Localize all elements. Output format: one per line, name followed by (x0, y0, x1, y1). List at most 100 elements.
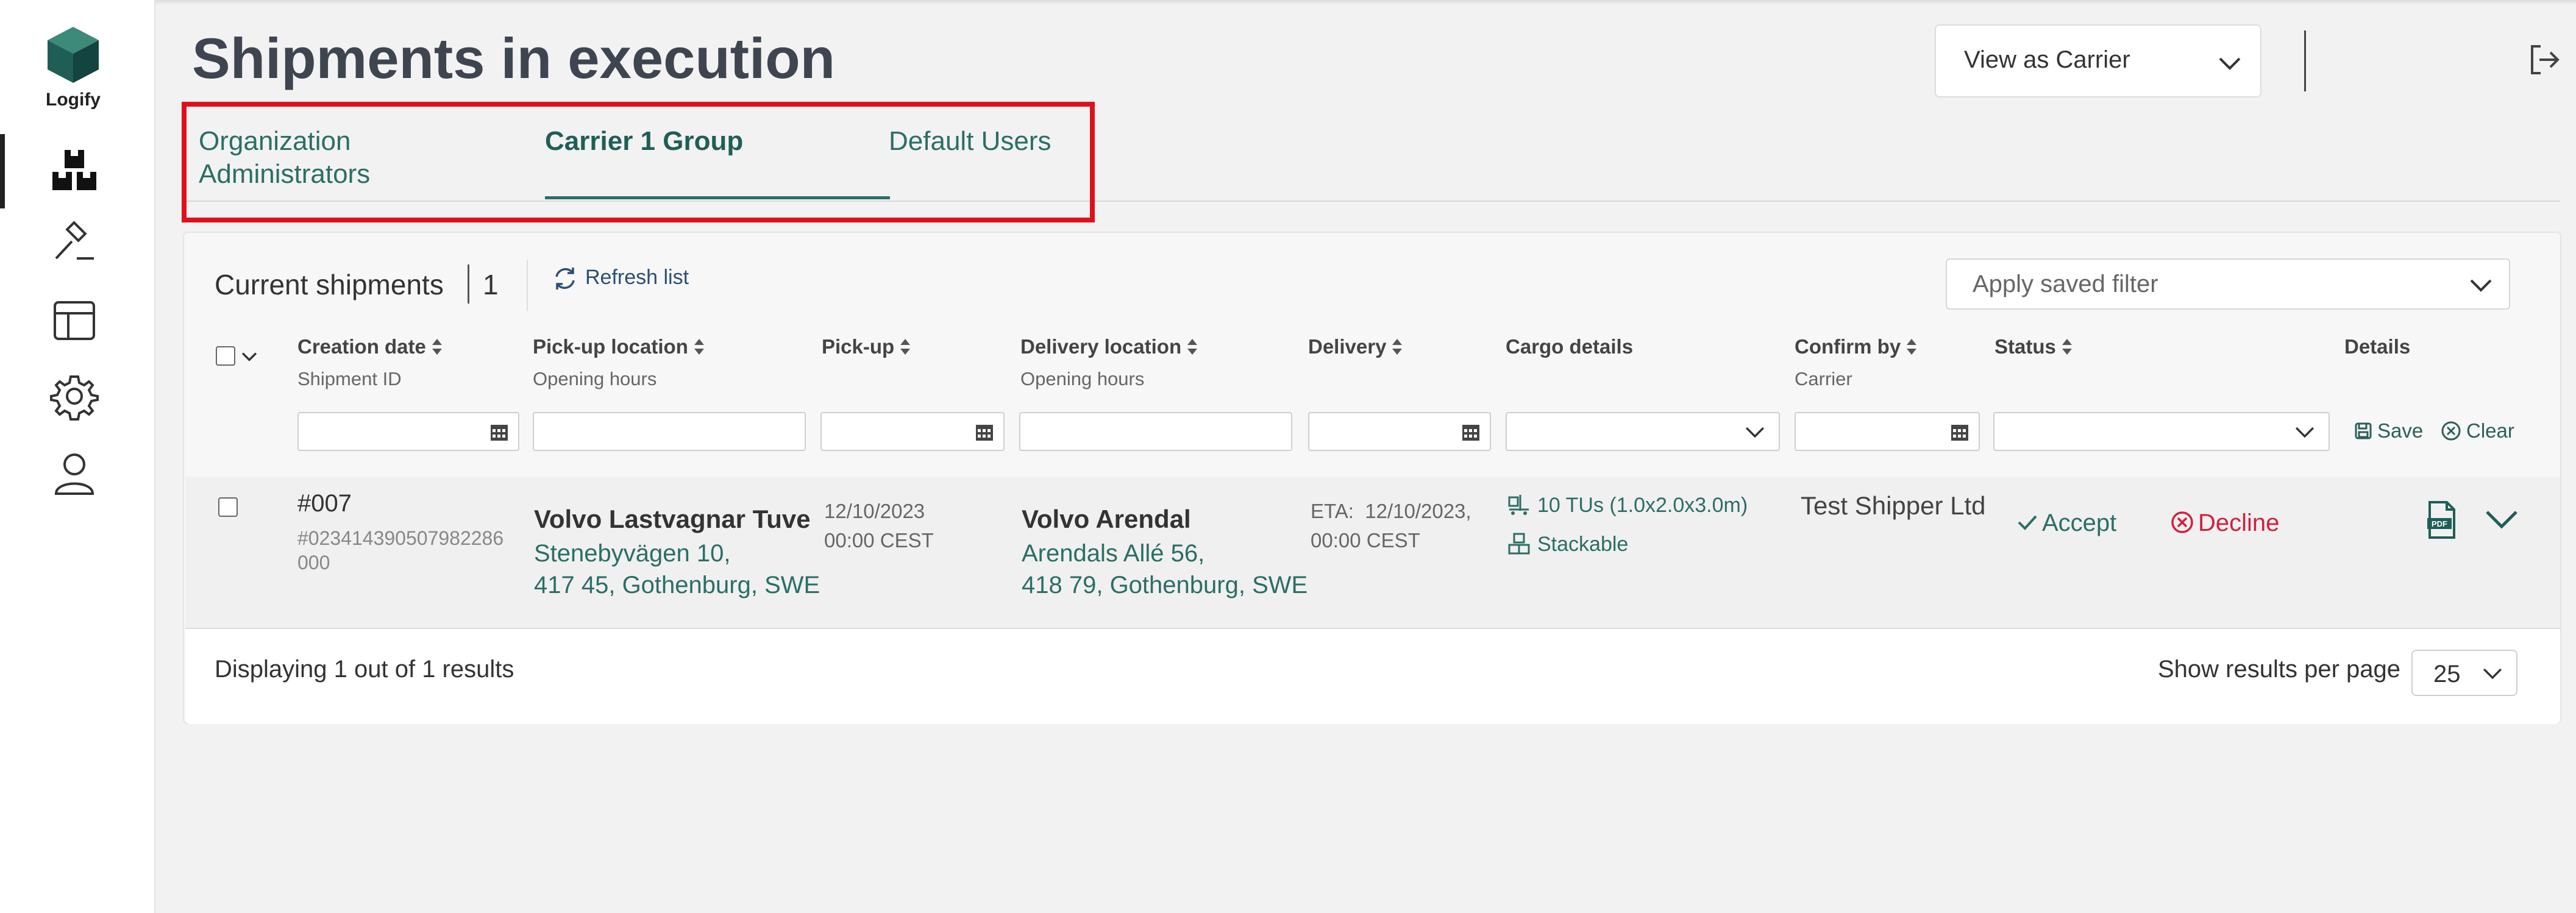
shipments-card: Current shipments 1 Refresh list Apply s… (183, 232, 2561, 724)
clear-filter-button[interactable]: Clear (2441, 419, 2514, 442)
col-confirm-by-label: Confirm by (1795, 335, 1901, 358)
chevron-down-icon (2295, 427, 2314, 438)
save-filter-button[interactable]: Save (2354, 419, 2423, 442)
toolbar-separator (527, 260, 528, 311)
col-status[interactable]: Status (1994, 335, 2073, 358)
col-pickup-location[interactable]: Pick-up location (533, 335, 705, 358)
user-profile-icon[interactable] (50, 449, 99, 497)
pickup-address-line1: Stenebyvägen 10, (534, 540, 731, 567)
shipments-count: 1 (483, 269, 499, 300)
filter-creation-date[interactable] (297, 412, 519, 451)
accept-button[interactable]: Accept (2016, 510, 2116, 537)
col-delivery-opening-hours: Opening hours (1020, 368, 1145, 389)
col-pickup-opening-hours: Opening hours (533, 368, 657, 389)
clear-filter-label: Clear (2466, 419, 2514, 442)
chevron-down-icon (2219, 57, 2241, 70)
row-checkbox[interactable] (218, 497, 238, 517)
expand-row-chevron-icon[interactable] (2483, 503, 2520, 535)
cargo-stackable-label: Stackable (1537, 533, 1629, 556)
sort-icon (694, 339, 704, 355)
filter-confirm-by[interactable] (1795, 412, 1980, 451)
count-separator (468, 265, 469, 304)
current-shipments-label: Current shipments (215, 269, 444, 300)
filter-delivery-location[interactable] (1019, 412, 1292, 451)
shipment-id-line1: #023414390507982286 (297, 527, 504, 549)
col-delivery-location-label: Delivery location (1020, 335, 1182, 358)
delivery-location-name: Volvo Arendal (1022, 505, 1191, 533)
header-divider (2304, 30, 2306, 91)
select-all-chevron-icon[interactable] (240, 347, 258, 366)
filter-pickup-date[interactable] (820, 412, 1005, 451)
logo-cube-icon (48, 27, 99, 83)
col-shipment-id: Shipment ID (297, 368, 402, 389)
per-page-select[interactable]: 25 (2411, 650, 2517, 696)
logo-text: Logify (46, 90, 101, 110)
refresh-list-button[interactable]: Refresh list (551, 265, 689, 293)
delivery-time: 00:00 CEST (1311, 529, 1420, 552)
auction-hammer-icon[interactable] (50, 221, 99, 269)
chevron-down-icon (1745, 427, 1765, 438)
confirm-by-shipper: Test Shipper Ltd (1801, 491, 1986, 520)
sort-icon (432, 339, 442, 355)
col-creation-date[interactable]: Creation date (297, 335, 443, 358)
col-delivery[interactable]: Delivery (1308, 335, 1403, 358)
delivery-address-line2: 418 79, Gothenburg, SWE (1022, 572, 1308, 599)
view-as-select[interactable]: View as Carrier (1935, 24, 2261, 98)
sort-icon (1392, 339, 1403, 355)
shipments-nav-icon[interactable] (50, 146, 99, 195)
col-pickup[interactable]: Pick-up (822, 335, 911, 358)
page-title: Shipments in execution (192, 26, 836, 90)
view-as-select-value: View as Carrier (1964, 46, 2130, 73)
shipment-number: #007 (297, 490, 352, 517)
clear-circle-x-icon (2441, 421, 2461, 441)
check-icon (2018, 515, 2037, 530)
calendar-icon[interactable] (1949, 422, 1970, 442)
pickup-address-line2: 417 45, Gothenburg, SWE (534, 572, 820, 599)
filter-status-select[interactable] (1993, 412, 2330, 451)
refresh-list-label: Refresh list (585, 265, 689, 289)
nav-active-indicator (0, 134, 5, 208)
calendar-icon[interactable] (1461, 422, 1481, 442)
pdf-file-icon[interactable]: PDF (2426, 500, 2458, 540)
header-shadow (155, 0, 2576, 5)
logo[interactable]: Logify (43, 24, 104, 110)
settings-gear-icon[interactable] (50, 372, 99, 421)
col-delivery-label: Delivery (1308, 335, 1387, 358)
delivery-address-line1: Arendals Allé 56, (1022, 540, 1205, 567)
logout-icon[interactable] (2527, 43, 2561, 77)
results-summary: Displaying 1 out of 1 results (215, 656, 514, 683)
saved-filter-select[interactable]: Apply saved filter (1946, 258, 2510, 310)
layout-icon[interactable] (50, 296, 99, 345)
pickup-date: 12/10/2023 (824, 500, 925, 522)
calendar-icon[interactable] (489, 422, 510, 442)
chevron-down-icon (2470, 279, 2492, 292)
per-page-label: Show results per page (2158, 656, 2401, 683)
cargo-units-label: 10 TUs (1.0x2.0x3.0m) (1537, 494, 1748, 517)
calendar-icon[interactable] (974, 422, 995, 442)
sidebar: Logify (0, 0, 155, 913)
save-icon (2355, 422, 2372, 439)
chevron-down-icon (2483, 668, 2502, 680)
forklift-pallet-icon (1508, 495, 1529, 515)
col-delivery-location[interactable]: Delivery location (1020, 335, 1198, 358)
filter-delivery-date[interactable] (1308, 412, 1491, 451)
cargo-units: 10 TUs (1.0x2.0x3.0m) (1507, 492, 1748, 517)
saved-filter-placeholder: Apply saved filter (1973, 271, 2158, 297)
col-status-label: Status (1994, 335, 2056, 358)
select-all-checkbox[interactable] (216, 346, 235, 366)
shipment-id-line2: 000 (297, 552, 330, 574)
col-details: Details (2344, 335, 2411, 358)
cargo-stackable: Stackable (1507, 531, 1628, 556)
accept-label: Accept (2042, 510, 2117, 536)
filter-pickup-location[interactable] (533, 412, 806, 451)
filter-cargo-select[interactable] (1506, 412, 1780, 451)
decline-label: Decline (2198, 510, 2280, 536)
col-cargo-details: Cargo details (1506, 335, 1634, 358)
col-pickup-location-label: Pick-up location (533, 335, 688, 358)
delivery-eta: ETA: 12/10/2023, (1311, 500, 1471, 522)
decline-button[interactable]: Decline (2170, 510, 2279, 537)
sort-icon (1907, 339, 1917, 355)
pickup-time: 00:00 CEST (824, 529, 934, 552)
col-confirm-by[interactable]: Confirm by (1795, 335, 1918, 358)
table-row[interactable]: #007 #023414390507982286 000 Volvo Lastv… (185, 477, 2560, 629)
